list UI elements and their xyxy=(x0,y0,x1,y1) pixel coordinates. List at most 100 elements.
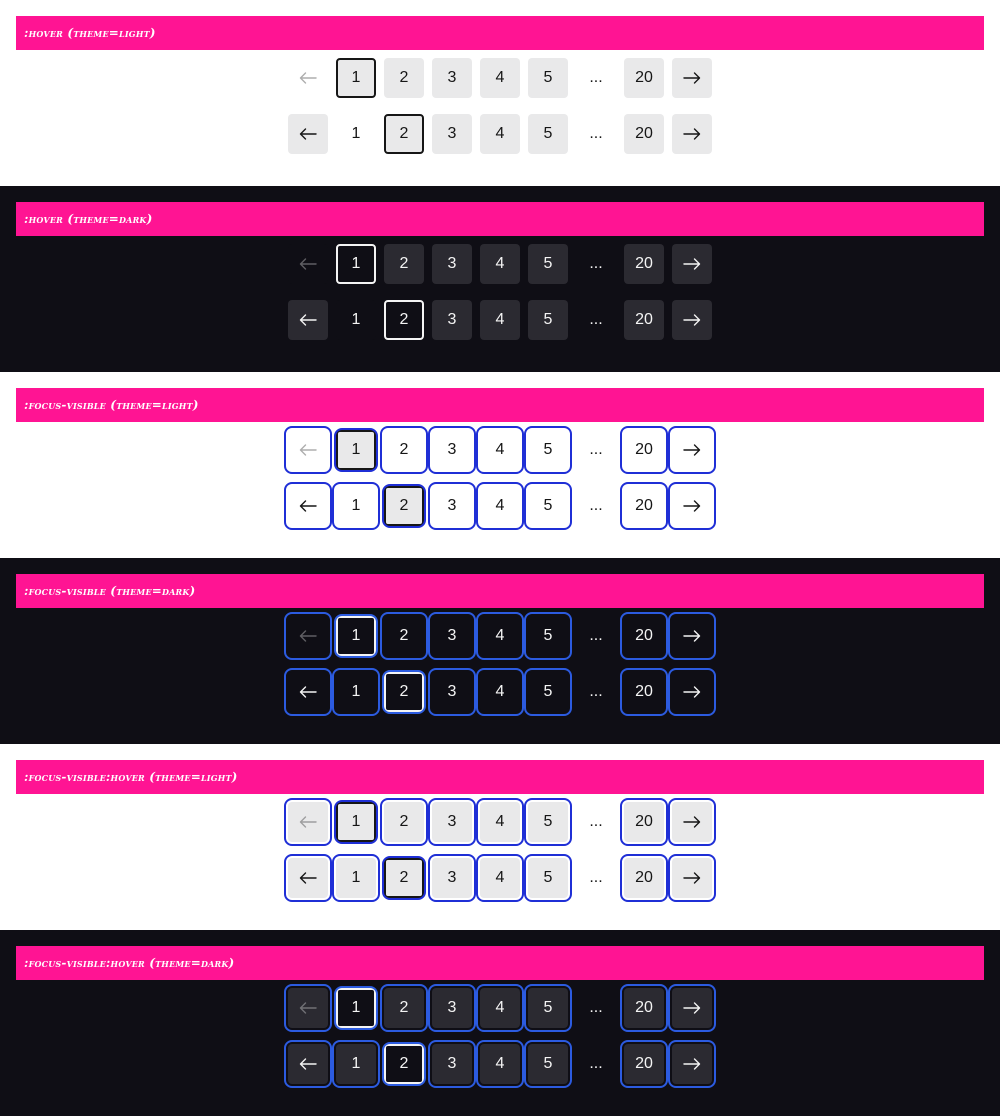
next-page-button[interactable] xyxy=(672,244,712,284)
page-button-4[interactable]: 4 xyxy=(476,668,524,716)
prev-page-button[interactable] xyxy=(284,612,332,660)
arrow-left-icon xyxy=(299,686,317,698)
next-page-button[interactable] xyxy=(668,1040,716,1088)
page-button-1[interactable]: 1 xyxy=(332,668,380,716)
page-button-last[interactable]: 20 xyxy=(620,1040,668,1088)
page-button-1[interactable]: 1 xyxy=(332,482,380,530)
page-button-5[interactable]: 5 xyxy=(524,482,572,530)
next-page-button[interactable] xyxy=(668,482,716,530)
next-page-button[interactable] xyxy=(672,114,712,154)
page-button-4[interactable]: 4 xyxy=(476,1040,524,1088)
next-page-button[interactable] xyxy=(668,854,716,902)
page-button-4[interactable]: 4 xyxy=(476,984,524,1032)
prev-page-button[interactable] xyxy=(284,798,332,846)
next-page-button[interactable] xyxy=(668,426,716,474)
page-button-5[interactable]: 5 xyxy=(528,300,568,340)
page-button-2[interactable]: 2 xyxy=(384,300,424,340)
page-button-3[interactable]: 3 xyxy=(428,668,476,716)
prev-page-button[interactable] xyxy=(288,58,328,98)
page-button-4[interactable]: 4 xyxy=(476,482,524,530)
page-button-last[interactable]: 20 xyxy=(620,668,668,716)
page-button-3[interactable]: 3 xyxy=(428,1040,476,1088)
page-button-last[interactable]: 20 xyxy=(620,854,668,902)
next-page-button[interactable] xyxy=(672,58,712,98)
page-button-last[interactable]: 20 xyxy=(620,612,668,660)
page-button-3[interactable]: 3 xyxy=(428,984,476,1032)
page-button-4[interactable]: 4 xyxy=(480,300,520,340)
prev-page-button[interactable] xyxy=(288,114,328,154)
page-button-1[interactable]: 1 xyxy=(336,114,376,154)
page-button-3[interactable]: 3 xyxy=(428,482,476,530)
page-button-2[interactable]: 2 xyxy=(382,1042,426,1086)
page-button-1[interactable]: 1 xyxy=(332,1040,380,1088)
page-button-2[interactable]: 2 xyxy=(380,426,428,474)
state-section-4: :focus-visible:hover (theme=light) 12345… xyxy=(0,744,1000,930)
page-button-5[interactable]: 5 xyxy=(524,1040,572,1088)
page-button-last[interactable]: 20 xyxy=(624,300,664,340)
page-button-4[interactable]: 4 xyxy=(476,854,524,902)
page-button-2[interactable]: 2 xyxy=(384,58,424,98)
page-button-1[interactable]: 1 xyxy=(336,244,376,284)
page-button-last[interactable]: 20 xyxy=(620,798,668,846)
page-button-2[interactable]: 2 xyxy=(380,612,428,660)
next-page-button[interactable] xyxy=(668,612,716,660)
page-button-3[interactable]: 3 xyxy=(428,798,476,846)
prev-page-button[interactable] xyxy=(284,426,332,474)
page-button-4[interactable]: 4 xyxy=(476,612,524,660)
next-page-button[interactable] xyxy=(668,984,716,1032)
page-button-2[interactable]: 2 xyxy=(382,484,426,528)
page-button-3[interactable]: 3 xyxy=(432,114,472,154)
page-button-5[interactable]: 5 xyxy=(528,114,568,154)
prev-page-button[interactable] xyxy=(284,1040,332,1088)
page-button-2[interactable]: 2 xyxy=(384,244,424,284)
page-button-2[interactable]: 2 xyxy=(380,984,428,1032)
page-button-last[interactable]: 20 xyxy=(620,984,668,1032)
page-button-1[interactable]: 1 xyxy=(334,428,378,472)
page-button-2[interactable]: 2 xyxy=(382,670,426,714)
page-button-1[interactable]: 1 xyxy=(336,58,376,98)
page-button-1[interactable]: 1 xyxy=(336,300,376,340)
page-button-2[interactable]: 2 xyxy=(382,856,426,900)
page-button-5[interactable]: 5 xyxy=(528,244,568,284)
prev-page-button[interactable] xyxy=(284,668,332,716)
page-button-1[interactable]: 1 xyxy=(332,854,380,902)
page-button-5[interactable]: 5 xyxy=(528,58,568,98)
next-page-button[interactable] xyxy=(668,668,716,716)
page-button-3[interactable]: 3 xyxy=(428,612,476,660)
page-button-4[interactable]: 4 xyxy=(480,58,520,98)
page-button-4[interactable]: 4 xyxy=(480,244,520,284)
page-button-1[interactable]: 1 xyxy=(334,986,378,1030)
page-button-3[interactable]: 3 xyxy=(432,58,472,98)
page-button-5[interactable]: 5 xyxy=(524,984,572,1032)
page-button-2[interactable]: 2 xyxy=(384,114,424,154)
page-button-5[interactable]: 5 xyxy=(524,854,572,902)
pagination-ellipsis: ... xyxy=(589,255,603,272)
page-button-5[interactable]: 5 xyxy=(524,668,572,716)
prev-page-button[interactable] xyxy=(288,244,328,284)
page-button-1[interactable]: 1 xyxy=(334,800,378,844)
state-section-0: :hover (theme=light) 1 2 3 4 5... 20 1 2 3 4 5... 2… xyxy=(0,0,1000,186)
page-button-5[interactable]: 5 xyxy=(524,798,572,846)
page-button-5[interactable]: 5 xyxy=(524,612,572,660)
prev-page-button[interactable] xyxy=(288,300,328,340)
next-page-button[interactable] xyxy=(672,300,712,340)
page-button-last[interactable]: 20 xyxy=(624,58,664,98)
page-button-last[interactable]: 20 xyxy=(620,426,668,474)
page-button-3[interactable]: 3 xyxy=(432,244,472,284)
page-button-2[interactable]: 2 xyxy=(380,798,428,846)
page-button-5[interactable]: 5 xyxy=(524,426,572,474)
page-button-4[interactable]: 4 xyxy=(480,114,520,154)
page-button-4[interactable]: 4 xyxy=(476,798,524,846)
page-button-last[interactable]: 20 xyxy=(624,244,664,284)
page-button-last[interactable]: 20 xyxy=(620,482,668,530)
page-button-3[interactable]: 3 xyxy=(432,300,472,340)
next-page-button[interactable] xyxy=(668,798,716,846)
page-button-3[interactable]: 3 xyxy=(428,854,476,902)
page-button-4[interactable]: 4 xyxy=(476,426,524,474)
prev-page-button[interactable] xyxy=(284,984,332,1032)
page-button-1[interactable]: 1 xyxy=(334,614,378,658)
page-button-last[interactable]: 20 xyxy=(624,114,664,154)
prev-page-button[interactable] xyxy=(284,482,332,530)
page-button-3[interactable]: 3 xyxy=(428,426,476,474)
prev-page-button[interactable] xyxy=(284,854,332,902)
